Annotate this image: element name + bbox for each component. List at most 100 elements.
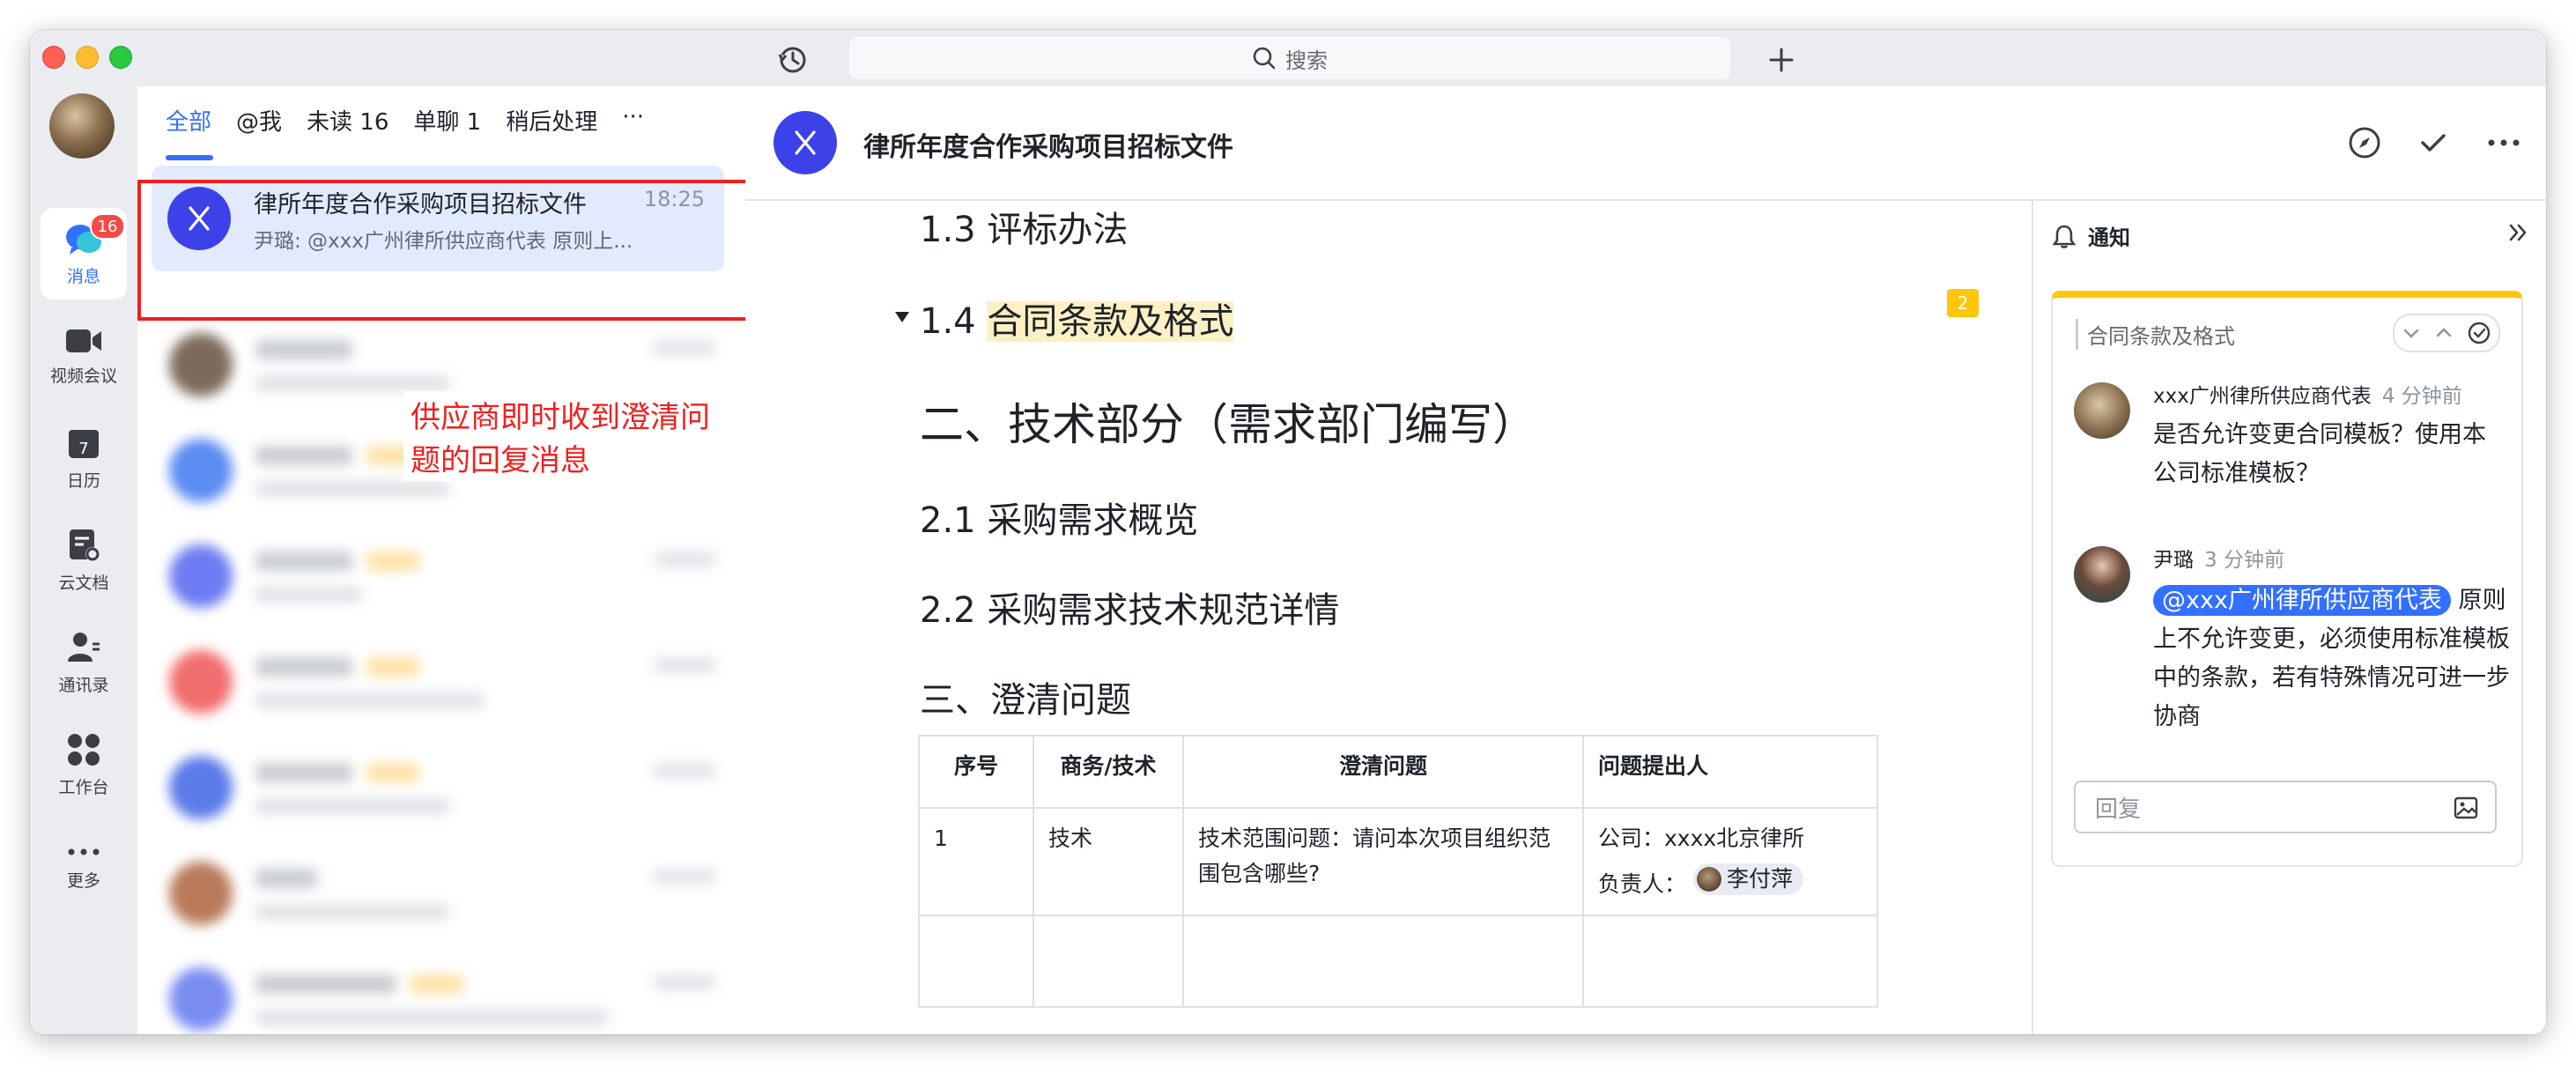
heading-clarify: 三、澄清问题: [920, 680, 1131, 721]
comment-author: xxx广州律所供应商代表 4 分钟前: [2153, 379, 2462, 409]
rail-item-video-meeting[interactable]: 视频会议: [41, 310, 127, 402]
rail-item-more[interactable]: 更多: [41, 821, 127, 913]
comment-time: 4 分钟前: [2381, 385, 2462, 408]
comment-body: @xxx广州律所供应商代表 原则上不允许变更，必须使用标准模板中的条款，若有特殊…: [2153, 581, 2513, 737]
rail-label: 更多: [66, 870, 100, 891]
table-row[interactable]: 1 技术 技术范围问题：请问本次项目组织范围包含哪些? 公司：xxxx北京律所 …: [918, 807, 1878, 916]
table-cell: 技术范围问题：请问本次项目组织范围包含哪些?: [1182, 807, 1584, 916]
apps-grid-icon: [68, 733, 100, 766]
document-icon: [70, 529, 100, 561]
resolve-check-icon[interactable]: [2467, 321, 2491, 345]
avatar[interactable]: [2074, 382, 2130, 439]
check-icon[interactable]: [2414, 123, 2453, 162]
tab-direct[interactable]: 单聊 1: [413, 104, 481, 137]
mention-chip[interactable]: @xxx广州律所供应商代表: [2153, 585, 2451, 616]
chat-header: 律所年度合作采购项目招标文件: [745, 86, 2546, 201]
svg-text:7: 7: [78, 440, 88, 458]
zoom-window-button[interactable]: [109, 46, 132, 69]
page-title: 律所年度合作采购项目招标文件: [863, 132, 1233, 163]
tab-all[interactable]: 全部: [166, 104, 211, 137]
chevron-up-icon[interactable]: [2434, 323, 2454, 343]
add-icon[interactable]: [1764, 42, 1799, 78]
heading-2-2: 2.2 采购需求技术规范详情: [920, 590, 1340, 631]
comment-time: 3 分钟前: [2204, 549, 2284, 572]
collapse-triangle-icon[interactable]: [893, 310, 911, 324]
owner-label: 负责人：: [1598, 871, 1687, 897]
app-window: 搜索 消息 16 视频会议 7 日历 云文档 通讯录 工作台 更多 全部 @我 …: [30, 30, 2546, 1034]
conversation-list: 全部 @我 未读 16 单聊 1 稍后处理 ··· 律所年度合作采购项目招标文件…: [137, 86, 758, 1034]
bell-icon: [2053, 225, 2076, 248]
clarification-table: 序号 商务/技术 澄清问题 问题提出人 1 技术 技术范围问题：请问本次项目组织…: [918, 735, 1878, 1008]
list-item[interactable]: [137, 631, 745, 737]
tab-more[interactable]: ···: [622, 104, 644, 137]
heading-1-4: 1.4 合同条款及格式: [920, 292, 1234, 344]
owner-line: 负责人： 李付萍: [1598, 863, 1862, 902]
list-item[interactable]: [137, 948, 745, 1034]
tab-underline: [166, 155, 213, 160]
highlight-box: [137, 180, 758, 321]
rail-item-workplace[interactable]: 工作台: [41, 719, 127, 811]
table-cell: [1033, 914, 1184, 1008]
notification-header: 通知: [2053, 220, 2130, 251]
tab-mentions[interactable]: @我: [236, 104, 282, 137]
list-item[interactable]: [137, 737, 745, 842]
more-dots-icon: [68, 848, 100, 855]
owner-name: 李付萍: [1726, 866, 1793, 892]
list-item[interactable]: [137, 525, 745, 631]
more-dots-icon[interactable]: [2484, 123, 2523, 162]
minimize-window-button[interactable]: [76, 46, 99, 69]
column-header: 商务/技术: [1033, 735, 1184, 809]
rail-label: 云文档: [58, 573, 109, 593]
document-body: 1.3 评标办法 1.4 合同条款及格式 2 二、技术部分（需求部门编写） 2.…: [745, 201, 2032, 1034]
author-name: 尹璐: [2153, 549, 2194, 572]
unread-badge: 16: [90, 213, 125, 240]
group-avatar[interactable]: [774, 111, 837, 174]
calendar-icon: 7: [69, 429, 99, 458]
rail-label: 视频会议: [49, 366, 117, 386]
nav-rail: 消息 16 视频会议 7 日历 云文档 通讯录 工作台 更多: [30, 86, 137, 1034]
card-title: 合同条款及格式: [2076, 319, 2235, 350]
comment-body: 是否允许变更合同模板？使用本公司标准模板？: [2153, 421, 2486, 487]
annotation-text: 供应商即时收到澄清问题的回复消息: [403, 391, 745, 481]
close-window-button[interactable]: [42, 46, 65, 69]
video-camera-icon: [66, 329, 101, 352]
rail-item-messages[interactable]: 消息 16: [41, 208, 127, 300]
highlighted-text[interactable]: 合同条款及格式: [987, 301, 1234, 342]
image-icon[interactable]: [2453, 795, 2479, 821]
table-row[interactable]: [918, 914, 1878, 1008]
rail-item-docs[interactable]: 云文档: [41, 514, 127, 606]
avatar[interactable]: [49, 93, 115, 159]
compass-icon[interactable]: [2345, 123, 2384, 162]
rail-label: 日历: [66, 470, 100, 491]
collapse-panel-icon[interactable]: [2506, 220, 2530, 248]
heading-tech: 二、技术部分（需求部门编写）: [920, 399, 1536, 450]
search-input[interactable]: 搜索: [849, 37, 1730, 79]
chevron-down-icon[interactable]: [2402, 323, 2421, 343]
table-cell: 1: [918, 807, 1034, 916]
notification-title: 通知: [2088, 226, 2130, 250]
comment-count-badge[interactable]: 2: [1947, 289, 1979, 317]
author-name: xxx广州律所供应商代表: [2153, 385, 2372, 408]
rail-label: 通讯录: [58, 675, 109, 695]
search-placeholder: 搜索: [1285, 48, 1328, 73]
table-cell: [1582, 914, 1878, 1008]
rail-item-calendar[interactable]: 7 日历: [41, 412, 127, 504]
column-header: 问题提出人: [1582, 735, 1878, 809]
heading-1-3: 1.3 评标办法: [920, 210, 1129, 250]
main-panel: 律所年度合作采购项目招标文件 1.3 评标办法 1.4 合同条款及格式 2 二、…: [745, 86, 2546, 1034]
table-cell: 技术: [1033, 807, 1184, 916]
reply-input[interactable]: 回复: [2074, 781, 2497, 833]
person-mention-chip[interactable]: 李付萍: [1692, 863, 1803, 895]
heading-2-1: 2.1 采购需求概览: [920, 500, 1199, 541]
heading-1-4-number: 1.4: [920, 301, 988, 342]
column-header: 序号: [918, 735, 1034, 809]
company-text: 公司：xxxx北京律所: [1598, 825, 1805, 851]
contacts-icon: [68, 632, 100, 662]
tab-unread[interactable]: 未读 16: [307, 104, 389, 137]
rail-item-contacts[interactable]: 通讯录: [41, 617, 127, 708]
history-icon[interactable]: [775, 42, 811, 78]
comment-card: 合同条款及格式 xxx广州律所供应商代表 4 分钟前 是否允许变更合同模板？使用本…: [2051, 291, 2523, 867]
list-item[interactable]: [137, 842, 745, 948]
tab-later[interactable]: 稍后处理: [506, 104, 597, 137]
avatar[interactable]: [2074, 546, 2130, 603]
